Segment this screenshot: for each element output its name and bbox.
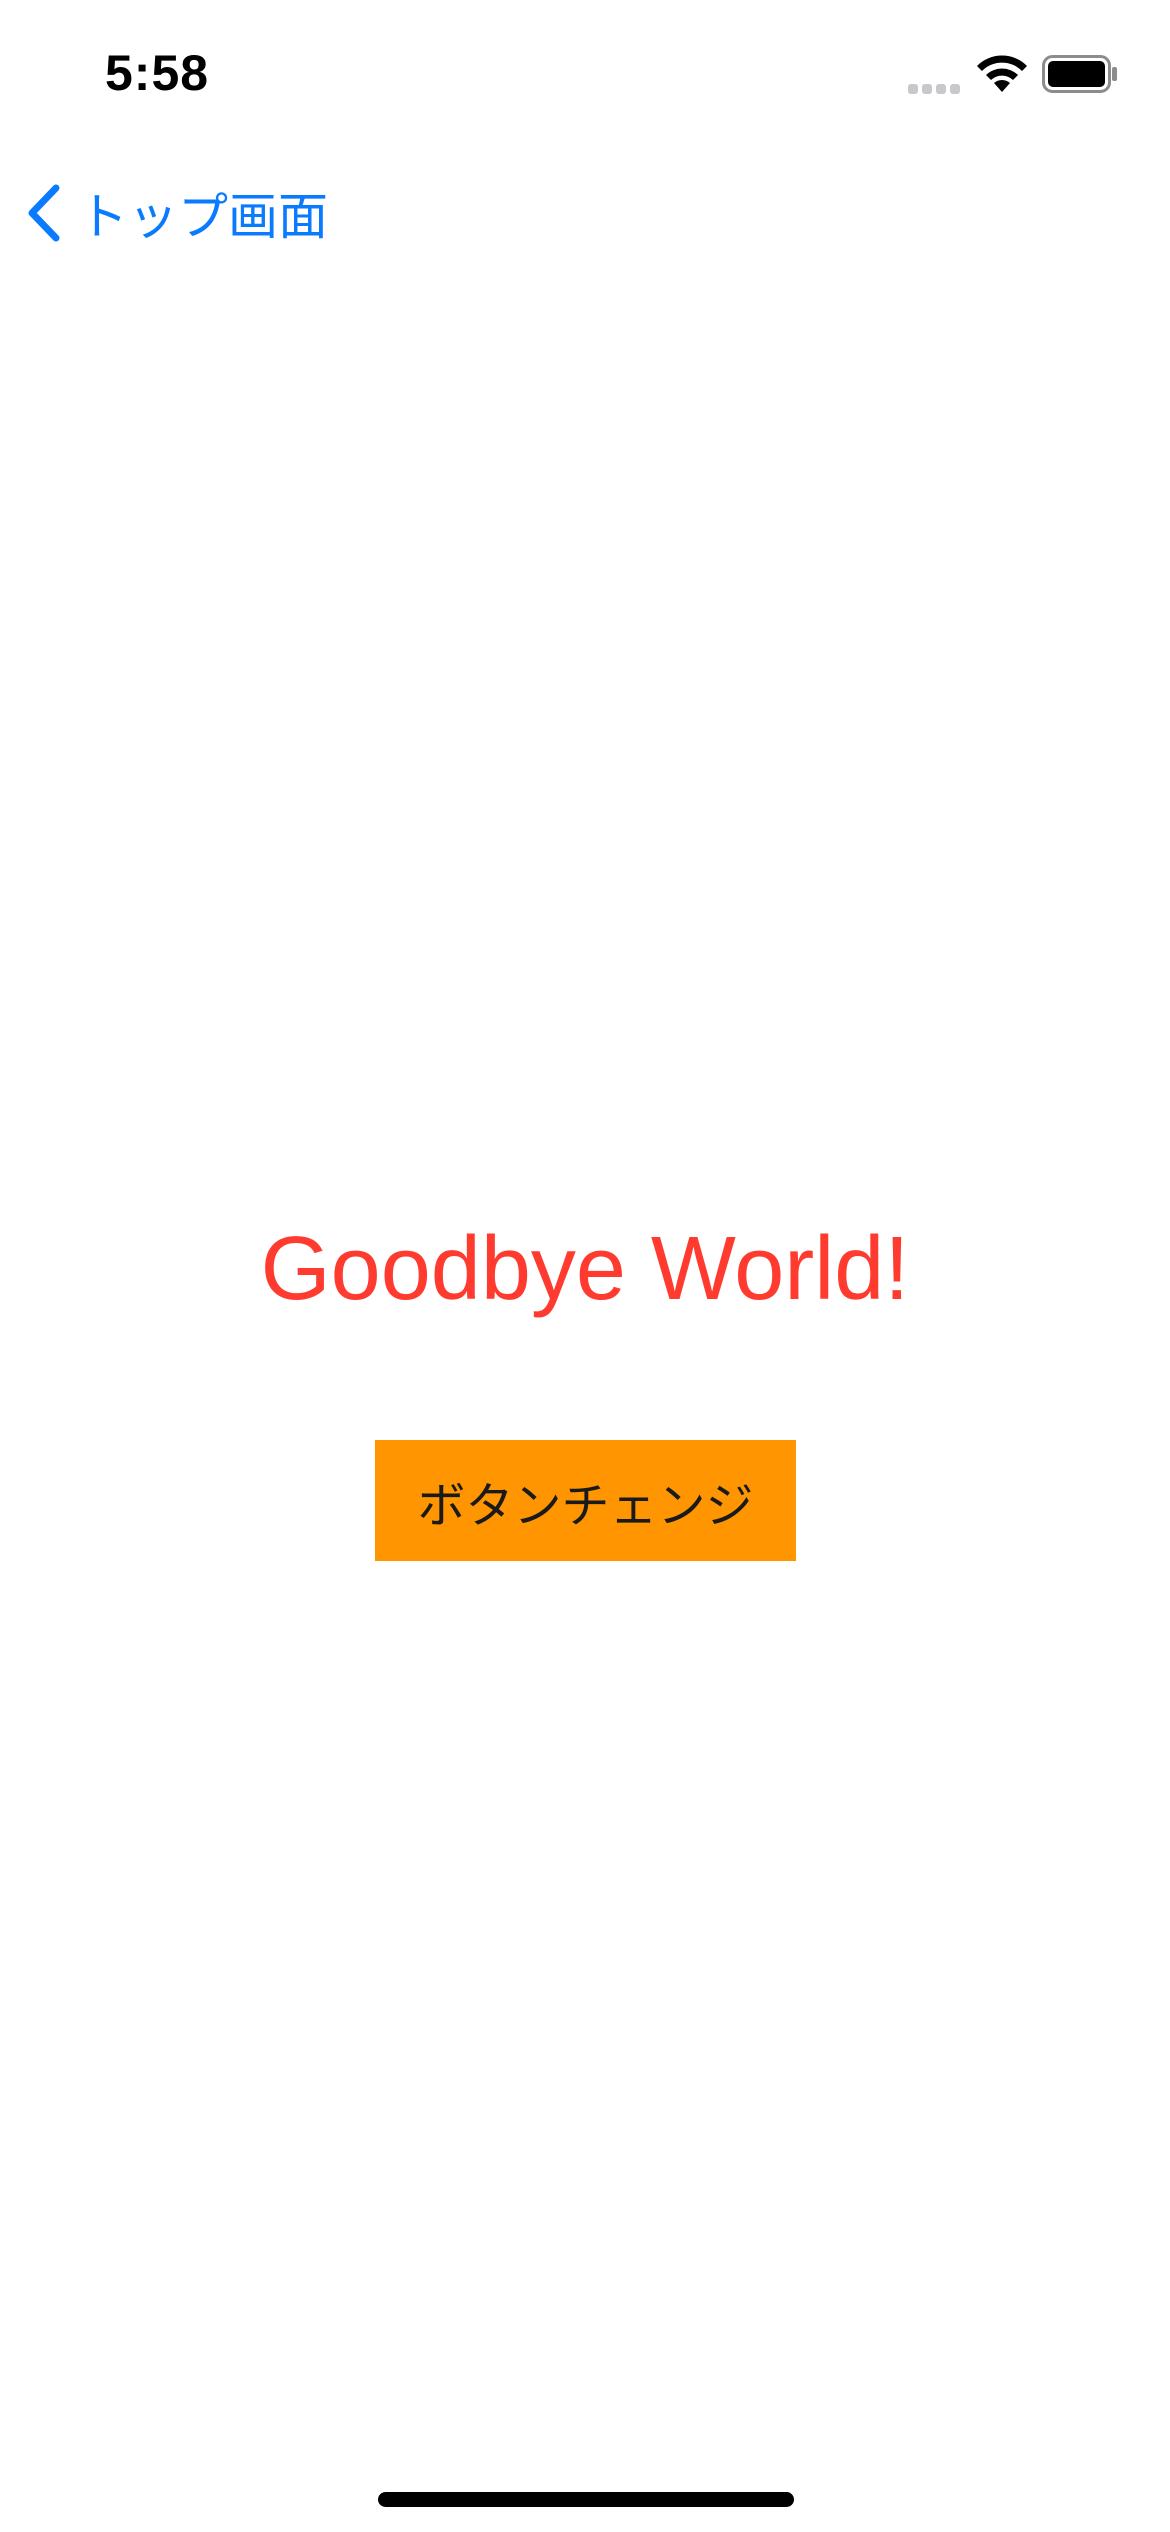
main-content: Goodbye World! ボタンチェンジ (0, 0, 1170, 2532)
headline-label: Goodbye World! (260, 1219, 910, 1319)
home-indicator[interactable] (378, 2492, 794, 2507)
change-button[interactable]: ボタンチェンジ (375, 1440, 796, 1561)
